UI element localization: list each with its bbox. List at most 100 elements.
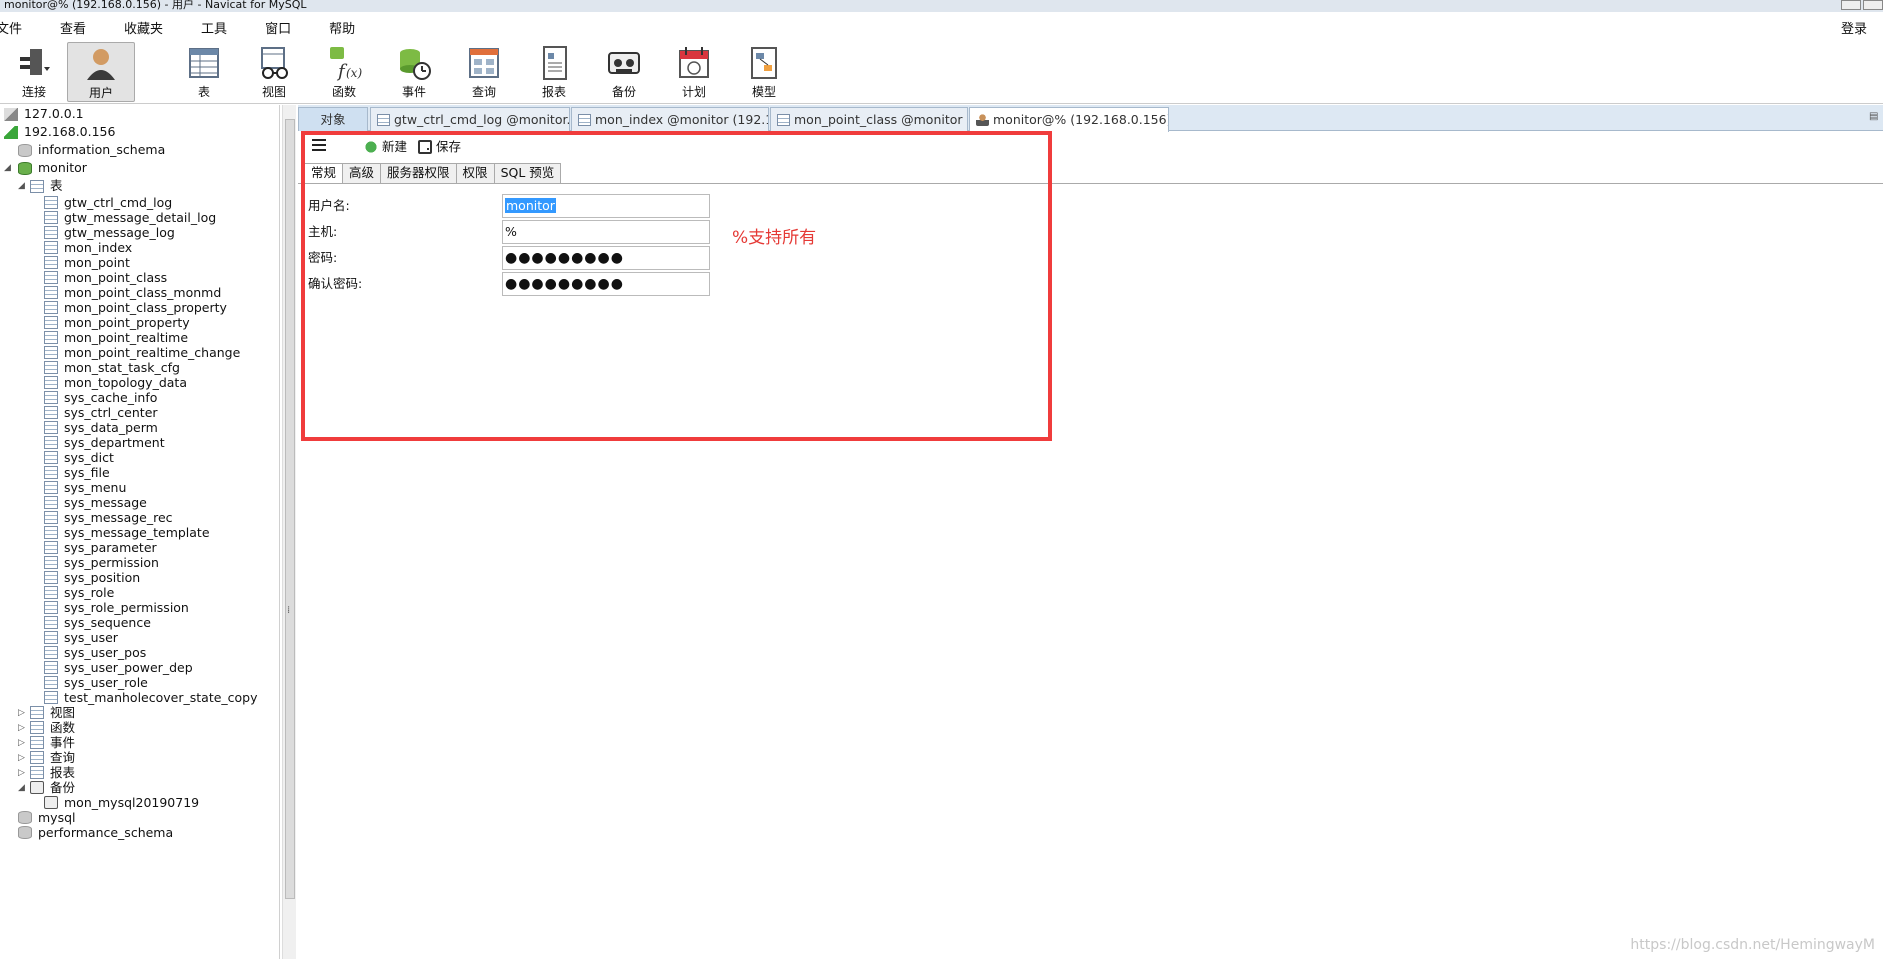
tab-objects[interactable]: 对象 xyxy=(298,107,368,131)
database-item[interactable]: mysql xyxy=(18,810,76,825)
table-item[interactable]: sys_parameter xyxy=(44,540,157,555)
expand-arrow-icon[interactable]: ◢ xyxy=(4,159,14,177)
report-button[interactable]: 报表 xyxy=(520,42,588,102)
user-button[interactable]: 用户 xyxy=(67,42,135,102)
group-item[interactable]: 函数 xyxy=(30,720,75,735)
table-item[interactable]: sys_role_permission xyxy=(44,600,189,615)
table-item[interactable]: sys_user_power_dep xyxy=(44,660,193,675)
connect-button[interactable]: 连接 xyxy=(0,42,68,102)
connection-item-active[interactable]: 192.168.0.156 xyxy=(4,123,115,141)
host-field[interactable]: % xyxy=(502,220,710,244)
table-item[interactable]: mon_point_class_monmd xyxy=(44,285,221,300)
table-item[interactable]: sys_message_template xyxy=(44,525,210,540)
table-item[interactable]: gtw_message_log xyxy=(44,225,175,240)
table-item[interactable]: gtw_ctrl_cmd_log xyxy=(44,195,172,210)
subtab-divider xyxy=(298,183,1883,184)
event-button[interactable]: 事件 xyxy=(380,42,448,102)
database-item[interactable]: performance_schema xyxy=(18,825,173,840)
backup-button[interactable]: 备份 xyxy=(590,42,658,102)
tab-server-privileges[interactable]: 服务器权限 xyxy=(380,163,457,183)
save-button[interactable]: 保存 xyxy=(418,138,461,156)
table-item[interactable]: sys_ctrl_center xyxy=(44,405,158,420)
tab-general[interactable]: 常规 xyxy=(304,163,344,183)
splitter-grip-icon[interactable]: ⁞ xyxy=(287,605,290,616)
group-label: 事件 xyxy=(50,735,76,750)
table-icon xyxy=(44,631,58,644)
table-item[interactable]: sys_file xyxy=(44,465,110,480)
maximize-icon[interactable] xyxy=(1863,0,1883,10)
group-item[interactable]: 查询 xyxy=(30,750,75,765)
table-item[interactable]: test_manholecover_state_copy xyxy=(44,690,258,705)
sidebar-scrollbar[interactable]: ⁞ xyxy=(282,105,296,959)
table-item[interactable]: mon_point_realtime_change xyxy=(44,345,240,360)
menu-file[interactable]: 文件 xyxy=(0,18,36,37)
function-button[interactable]: f (x) 函数 xyxy=(310,42,378,102)
table-item[interactable]: gtw_message_detail_log xyxy=(44,210,216,225)
tab-menu-icon[interactable]: ▤ xyxy=(1869,111,1883,122)
group-item[interactable]: 报表 xyxy=(30,765,75,780)
model-button[interactable]: 模型 xyxy=(730,42,798,102)
table-item[interactable]: sys_role xyxy=(44,585,114,600)
table-item[interactable]: sys_position xyxy=(44,570,140,585)
menu-view[interactable]: 查看 xyxy=(60,18,100,37)
navigator-tree[interactable]: 127.0.0.1 192.168.0.156 information_sche… xyxy=(0,105,280,959)
schedule-button[interactable]: 计划 xyxy=(660,42,728,102)
table-item[interactable]: sys_user_role xyxy=(44,675,148,690)
tab-mon-point-class[interactable]: mon_point_class @monitor ... xyxy=(770,107,968,131)
confirm-password-field[interactable]: ●●●●●●●●● xyxy=(502,272,710,296)
scrollbar-thumb[interactable] xyxy=(285,119,295,899)
table-icon xyxy=(44,541,58,554)
table-label: mon_point_property xyxy=(64,315,190,330)
view-button[interactable]: 视图 xyxy=(240,42,308,102)
table-icon xyxy=(44,271,58,284)
table-item[interactable]: mon_topology_data xyxy=(44,375,187,390)
connection-item[interactable]: 127.0.0.1 xyxy=(4,105,84,123)
backup-item[interactable]: mon_mysql20190719 xyxy=(44,795,199,810)
password-field[interactable]: ●●●●●●●●● xyxy=(502,246,710,270)
tab-privileges[interactable]: 权限 xyxy=(455,163,495,183)
tab-sql-preview[interactable]: SQL 预览 xyxy=(493,163,562,183)
table-item[interactable]: sys_message xyxy=(44,495,147,510)
table-item[interactable]: sys_data_perm xyxy=(44,420,158,435)
table-item[interactable]: sys_sequence xyxy=(44,615,151,630)
expand-arrow-icon[interactable]: ◢ xyxy=(18,177,28,195)
table-item[interactable]: mon_point_class xyxy=(44,270,167,285)
table-item[interactable]: mon_point xyxy=(44,255,130,270)
menu-tools[interactable]: 工具 xyxy=(201,18,241,37)
table-button[interactable]: 表 xyxy=(170,42,238,102)
table-item[interactable]: sys_department xyxy=(44,435,165,450)
tab-gtw-ctrl-cmd-log[interactable]: gtw_ctrl_cmd_log @monitor... xyxy=(370,107,570,131)
login-link[interactable]: 登录 xyxy=(1841,18,1867,37)
minimize-icon[interactable] xyxy=(1841,0,1861,10)
database-item[interactable]: information_schema xyxy=(18,141,165,159)
menu-window[interactable]: 窗口 xyxy=(265,18,305,37)
table-item[interactable]: sys_message_rec xyxy=(44,510,173,525)
menu-favorites[interactable]: 收藏夹 xyxy=(124,18,177,37)
table-item[interactable]: mon_point_realtime xyxy=(44,330,188,345)
tab-advanced[interactable]: 高级 xyxy=(342,163,382,183)
table-item[interactable]: mon_stat_task_cfg xyxy=(44,360,180,375)
new-button[interactable]: 新建 xyxy=(364,138,407,156)
table-item[interactable]: mon_point_property xyxy=(44,315,190,330)
tab-mon-index[interactable]: mon_index @monitor (192.1... xyxy=(571,107,769,131)
database-item-monitor[interactable]: monitor xyxy=(18,159,87,177)
table-item[interactable]: sys_menu xyxy=(44,480,126,495)
tables-group[interactable]: 表 xyxy=(30,177,63,195)
expand-arrow-icon[interactable]: ◢ xyxy=(18,779,28,797)
tab-user-monitor[interactable]: monitor@% (192.168.0.156)... xyxy=(969,107,1169,132)
username-field[interactable]: monitor xyxy=(502,194,710,218)
group-item[interactable]: 视图 xyxy=(30,705,75,720)
table-label: sys_message_rec xyxy=(64,510,173,525)
table-item[interactable]: mon_index xyxy=(44,240,132,255)
query-button[interactable]: 查询 xyxy=(450,42,518,102)
table-item[interactable]: sys_permission xyxy=(44,555,159,570)
menu-help[interactable]: 帮助 xyxy=(329,18,369,37)
table-item[interactable]: sys_user_pos xyxy=(44,645,146,660)
group-item[interactable]: 备份 xyxy=(30,780,75,795)
table-item[interactable]: sys_cache_info xyxy=(44,390,157,405)
table-item[interactable]: mon_point_class_property xyxy=(44,300,227,315)
table-item[interactable]: sys_user xyxy=(44,630,118,645)
hamburger-menu-icon[interactable] xyxy=(312,139,326,153)
group-item[interactable]: 事件 xyxy=(30,735,75,750)
table-item[interactable]: sys_dict xyxy=(44,450,114,465)
